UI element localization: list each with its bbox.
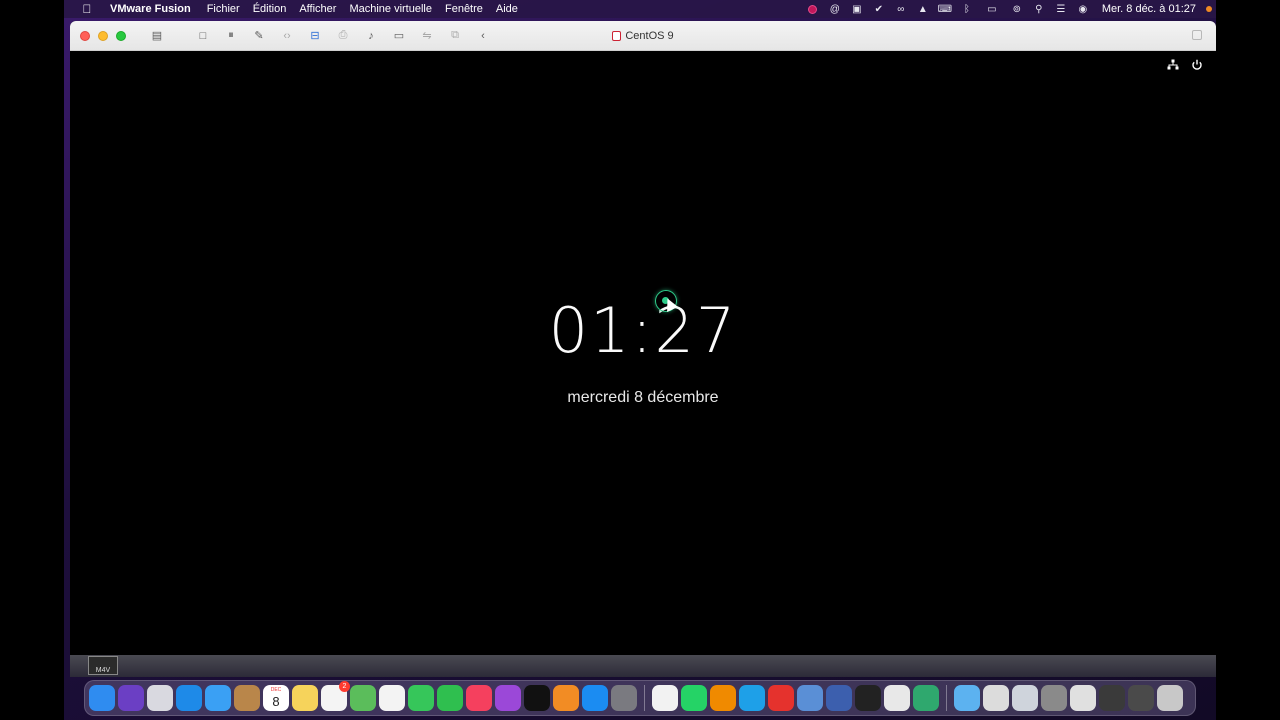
control-center-icon[interactable]: ☰	[1054, 3, 1068, 15]
menu-edition[interactable]: Édition	[253, 3, 287, 15]
m4v-file-icon[interactable]: M4V	[88, 656, 118, 675]
m4v-file-label: M4V	[95, 667, 111, 674]
keyboard-viewer-icon[interactable]: ⌨	[938, 3, 952, 15]
recording-indicator-dot	[1206, 6, 1212, 12]
books-icon[interactable]	[553, 685, 579, 711]
notes-icon[interactable]	[292, 685, 318, 711]
vmware-window: ▤ □ ⏸ ✎ ‹› ⊟ ⎙ ♪ ▭ ⇋ ⧉ ‹ CentOS 9 01:27 mercredi 8 …	[70, 21, 1216, 655]
power-icon[interactable]	[1190, 58, 1204, 72]
vm-icon	[612, 31, 622, 41]
facetime-icon[interactable]	[437, 685, 463, 711]
menu-aide[interactable]: Aide	[496, 3, 518, 15]
filmora-icon[interactable]	[913, 685, 939, 711]
at-sign-icon[interactable]: @	[828, 3, 842, 15]
document-stack-icon-4[interactable]	[1070, 685, 1096, 711]
app-store-icon[interactable]	[582, 685, 608, 711]
menu-machine-virtuelle[interactable]: Machine virtuelle	[349, 3, 432, 15]
printer-icon[interactable]: ⎙	[332, 27, 354, 45]
bluetooth-icon[interactable]: ᛒ	[960, 3, 974, 15]
fullscreen-window-button[interactable]	[116, 30, 126, 41]
downloads-folder-icon[interactable]	[954, 685, 980, 711]
stop-icon[interactable]: □	[192, 27, 214, 45]
unity-view-icon[interactable]	[1192, 30, 1202, 40]
system-preferences-icon[interactable]	[611, 685, 637, 711]
messages-icon[interactable]	[408, 685, 434, 711]
document-stack-icon-3[interactable]	[1041, 685, 1067, 711]
hard-disk-icon[interactable]: ⊟	[304, 27, 326, 45]
anydesk-icon[interactable]	[768, 685, 794, 711]
screen-record-icon[interactable]	[806, 3, 820, 15]
dock-separator	[946, 685, 947, 711]
podcasts-icon[interactable]	[495, 685, 521, 711]
document-stack-icon-5[interactable]	[1099, 685, 1125, 711]
preview-icon[interactable]	[797, 685, 823, 711]
screen-mirroring-icon[interactable]: ⊚	[1010, 3, 1024, 15]
document-stack-icon-1[interactable]	[983, 685, 1009, 711]
background-window-strip	[70, 655, 1216, 677]
close-window-button[interactable]	[80, 30, 90, 41]
mail-icon[interactable]	[205, 685, 231, 711]
text-edit-icon[interactable]	[884, 685, 910, 711]
shared-folder-icon[interactable]: ⧉	[444, 27, 466, 45]
calendar-icon[interactable]: DEC 8	[263, 685, 289, 711]
vm-toolbar: ▤ □ ⏸ ✎ ‹› ⊟ ⎙ ♪ ▭ ⇋ ⧉ ‹	[146, 27, 500, 45]
lock-screen-clock: 01:27	[548, 294, 738, 367]
launchpad-icon[interactable]	[147, 685, 173, 711]
photos-icon[interactable]	[379, 685, 405, 711]
menu-bar-status-area: @ ▣ ✔ ∞ ▲ ⌨ ᛒ ▭ ⊚ ⚲ ☰ ◉ Mer. 8 déc. à 01…	[806, 3, 1216, 15]
menu-afficher[interactable]: Afficher	[299, 3, 336, 15]
lock-screen-date: mercredi 8 décembre	[567, 389, 719, 406]
whatsapp-icon[interactable]	[681, 685, 707, 711]
minimize-window-button[interactable]	[98, 30, 108, 41]
sound-icon[interactable]: ♪	[360, 27, 382, 45]
usb-icon[interactable]: ⇋	[416, 27, 438, 45]
app-menu[interactable]: VMware Fusion	[110, 3, 191, 15]
music-icon[interactable]	[466, 685, 492, 711]
back-chevron-icon[interactable]: ‹	[472, 27, 494, 45]
settings-wrench-icon[interactable]: ✎	[248, 27, 270, 45]
network-wired-icon[interactable]	[1166, 58, 1180, 72]
chrome-icon[interactable]	[652, 685, 678, 711]
calendar-month-label: DEC	[270, 687, 282, 693]
safari-icon[interactable]	[176, 685, 202, 711]
guest-screen[interactable]: 01:27 mercredi 8 décembre	[70, 52, 1216, 655]
guest-top-bar	[1166, 58, 1204, 72]
calendar-day-label: 8	[272, 693, 280, 709]
menu-bar-clock[interactable]: Mer. 8 déc. à 01:27	[1102, 3, 1196, 15]
battery-icon[interactable]: ▭	[982, 3, 1002, 15]
terminal-icon[interactable]	[855, 685, 881, 711]
camera-icon[interactable]: ▭	[388, 27, 410, 45]
window-titlebar: ▤ □ ⏸ ✎ ‹› ⊟ ⎙ ♪ ▭ ⇋ ⧉ ‹ CentOS 9	[70, 21, 1216, 51]
creative-cloud-icon[interactable]: ∞	[894, 3, 908, 15]
search-icon[interactable]: ⚲	[1032, 3, 1046, 15]
dock-separator	[644, 685, 645, 711]
library-icon[interactable]: ▤	[146, 27, 168, 45]
apple-tv-icon[interactable]	[524, 685, 550, 711]
trash-icon[interactable]	[1157, 685, 1183, 711]
menu-bar:  VMware Fusion Fichier Édition Afficher…	[64, 0, 1216, 18]
checkmark-icon[interactable]: ✔	[872, 3, 886, 15]
siri-icon[interactable]: ◉	[1076, 3, 1090, 15]
window-controls	[80, 30, 126, 41]
contacts-icon[interactable]	[234, 685, 260, 711]
menu-fenetre[interactable]: Fenêtre	[445, 3, 483, 15]
dock: DEC 8 2	[84, 680, 1196, 716]
window-title-text: CentOS 9	[625, 30, 674, 42]
upload-icon[interactable]: ▲	[916, 3, 930, 15]
document-stack-icon-2[interactable]	[1012, 685, 1038, 711]
skype-icon[interactable]	[739, 685, 765, 711]
maps-icon[interactable]	[350, 685, 376, 711]
vmware-fusion-icon[interactable]	[826, 685, 852, 711]
document-stack-icon-6[interactable]	[1128, 685, 1154, 711]
finder-icon[interactable]	[89, 685, 115, 711]
siri-icon[interactable]	[118, 685, 144, 711]
vlc-icon[interactable]	[710, 685, 736, 711]
reminders-icon[interactable]: 2	[321, 681, 350, 711]
menu-fichier[interactable]: Fichier	[207, 3, 240, 15]
notification-badge: 2	[339, 681, 350, 692]
apple-menu-icon[interactable]: 	[80, 2, 94, 16]
pause-icon[interactable]: ⏸	[220, 27, 242, 45]
vmware-tray-icon[interactable]: ▣	[850, 3, 864, 15]
network-icon[interactable]: ‹›	[276, 27, 298, 45]
